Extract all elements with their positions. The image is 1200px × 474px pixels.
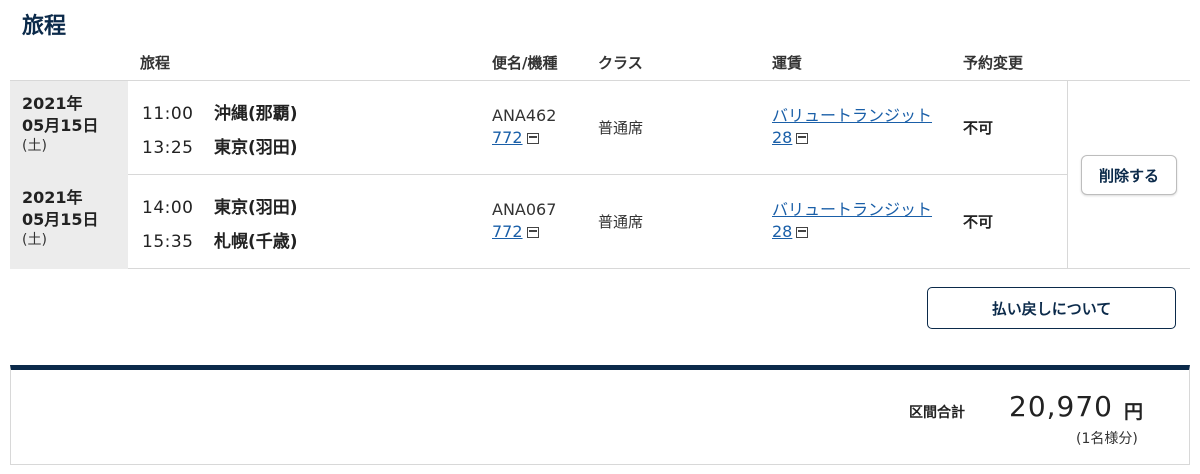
header-itinerary: 旅程 [140, 54, 171, 72]
popup-window-icon [796, 133, 809, 144]
date-year: 2021年 [22, 94, 83, 113]
total-label: 区間合計 [909, 405, 965, 421]
header-change: 予約変更 [963, 54, 1024, 72]
popup-window-icon [526, 227, 539, 238]
departure: 11:00 沖縄(那覇) [142, 99, 298, 124]
total-note: (1名様分) [1076, 431, 1138, 447]
date-month-day: 05月15日 [22, 210, 99, 229]
arrival-time: 13:25 [142, 138, 194, 158]
flight-info: ANA462 772 [492, 105, 556, 149]
itinerary-table: 2021年 05月15日 (土) 11:00 沖縄(那覇) 13:25 東京(羽田)… [10, 80, 1190, 269]
date-cell: 2021年 05月15日 (土) [10, 175, 128, 269]
table-row: 2021年 05月15日 (土) 11:00 沖縄(那覇) 13:25 東京(羽田)… [10, 81, 1067, 175]
aircraft-link[interactable]: 772 [492, 128, 523, 147]
total-amount: 20,970 [1009, 390, 1113, 423]
departure-airport: 東京(羽田) [214, 198, 298, 218]
popup-window-icon [796, 227, 809, 238]
total-currency-unit: 円 [1124, 401, 1144, 423]
arrival-time: 15:35 [142, 232, 194, 252]
departure-time: 14:00 [142, 198, 194, 218]
date-year: 2021年 [22, 188, 83, 207]
fare-info: バリュートランジット 28 [772, 199, 932, 243]
flight-number: ANA067 [492, 200, 557, 219]
fare-name-link[interactable]: バリュートランジット [772, 200, 932, 219]
refund-info-button[interactable]: 払い戻しについて [927, 287, 1176, 329]
departure-airport: 沖縄(那覇) [214, 104, 298, 124]
change-status: 不可 [963, 213, 994, 231]
popup-window-icon [526, 133, 539, 144]
date-weekday: (土) [22, 232, 47, 248]
arrival-airport: 札幌(千歳) [214, 232, 298, 252]
departure-time: 11:00 [142, 104, 194, 124]
arrival: 13:25 東京(羽田) [142, 133, 298, 158]
arrival-airport: 東京(羽田) [214, 138, 298, 158]
departure: 14:00 東京(羽田) [142, 193, 298, 218]
fare-info: バリュートランジット 28 [772, 105, 932, 149]
seat-class: 普通席 [598, 213, 644, 231]
flight-info: ANA067 772 [492, 199, 556, 243]
action-cell: 削除する [1067, 81, 1190, 268]
date-month-day: 05月15日 [22, 116, 99, 135]
date-weekday: (土) [22, 138, 47, 154]
date-cell: 2021年 05月15日 (土) [10, 81, 128, 175]
change-status: 不可 [963, 119, 994, 137]
fare-code-link[interactable]: 28 [772, 222, 792, 241]
section-title: 旅程 [22, 14, 67, 39]
total-summary: 区間合計 20,970 円 (1名様分) [10, 365, 1190, 465]
fare-name-link[interactable]: バリュートランジット [772, 106, 932, 125]
delete-button[interactable]: 削除する [1081, 155, 1177, 195]
flight-number: ANA462 [492, 106, 557, 125]
arrival: 15:35 札幌(千歳) [142, 227, 298, 252]
seat-class: 普通席 [598, 119, 644, 137]
table-row: 2021年 05月15日 (土) 14:00 東京(羽田) 15:35 札幌(千歳)… [10, 175, 1067, 269]
header-class: クラス [598, 54, 643, 72]
header-fare: 運賃 [772, 54, 803, 72]
header-flight: 便名/機種 [492, 54, 558, 72]
fare-code-link[interactable]: 28 [772, 128, 792, 147]
aircraft-link[interactable]: 772 [492, 222, 523, 241]
